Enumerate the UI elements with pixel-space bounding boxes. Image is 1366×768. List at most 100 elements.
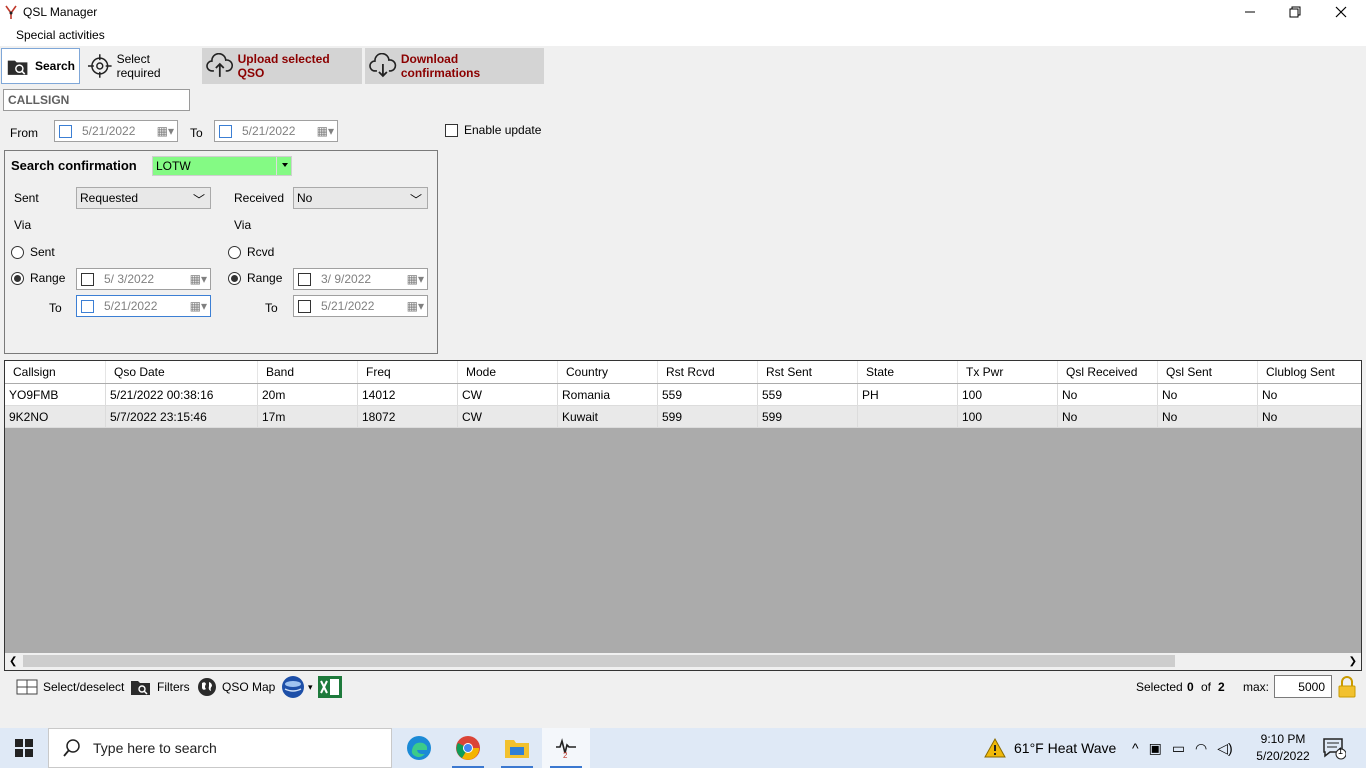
scroll-right-icon[interactable]: ❯ xyxy=(1349,656,1357,667)
status-bar: Select/deselect Filters QSO Map ▾ Select… xyxy=(0,672,1366,702)
rcvd-range-to-value: 5/21/2022 xyxy=(321,299,375,313)
column-header[interactable]: Qsl Sent xyxy=(1158,361,1258,383)
sent-range-to-checkbox[interactable] xyxy=(81,299,94,313)
search-button[interactable]: Search xyxy=(1,48,80,84)
filters-label: Filters xyxy=(157,680,190,694)
to-date-value: 5/21/2022 xyxy=(242,124,296,138)
calendar-dropdown-icon[interactable]: ▦▾ xyxy=(190,299,207,313)
taskbar-file-explorer[interactable] xyxy=(493,728,541,768)
table-cell: 599 xyxy=(658,406,758,428)
close-button[interactable] xyxy=(1318,0,1364,24)
column-header[interactable]: Country xyxy=(558,361,658,383)
restore-button[interactable] xyxy=(1272,0,1318,24)
to-date-checkbox[interactable] xyxy=(219,124,232,138)
select-deselect-button[interactable]: Select/deselect xyxy=(16,676,124,698)
table-row[interactable]: YO9FMB 5/21/2022 00:38:16 20m 14012 CW R… xyxy=(5,384,1361,406)
service-value: LOTW xyxy=(156,159,191,173)
export-excel-button[interactable] xyxy=(318,676,342,698)
calendar-dropdown-icon[interactable]: ▦▾ xyxy=(407,272,424,286)
notifications-button[interactable]: 1 xyxy=(1322,728,1346,768)
minimize-button[interactable] xyxy=(1227,0,1273,24)
lock-button[interactable] xyxy=(1338,676,1356,698)
calendar-dropdown-icon[interactable]: ▦▾ xyxy=(157,124,174,138)
enable-update-box[interactable] xyxy=(445,123,458,137)
start-button[interactable] xyxy=(0,728,48,768)
rcvd-range-from-checkbox[interactable] xyxy=(298,272,311,286)
table-cell: 17m xyxy=(258,406,358,428)
upload-selected-qso-button[interactable]: Upload selected QSO xyxy=(202,48,362,84)
chevron-down-icon: ﹀ xyxy=(409,193,422,207)
sent-date-radio[interactable]: Sent xyxy=(11,245,55,259)
sent-range-from-checkbox[interactable] xyxy=(81,272,94,286)
calendar-dropdown-icon[interactable]: ▦▾ xyxy=(407,299,424,313)
table-cell xyxy=(858,406,958,428)
rcvd-range-to-checkbox[interactable] xyxy=(298,299,311,313)
rcvd-range-from-picker[interactable]: 3/ 9/2022 ▦▾ xyxy=(293,268,428,290)
column-header[interactable]: Rst Rcvd xyxy=(658,361,758,383)
column-header[interactable]: State xyxy=(858,361,958,383)
column-header[interactable]: Freq xyxy=(358,361,458,383)
table-cell: No xyxy=(1158,384,1258,406)
callsign-input[interactable]: CALLSIGN xyxy=(3,89,190,111)
google-earth-dropdown[interactable]: ▾ xyxy=(281,676,313,698)
horizontal-scrollbar[interactable]: ❮ ❯ xyxy=(5,653,1361,670)
column-header[interactable]: Qso Date xyxy=(106,361,258,383)
minimize-icon xyxy=(1245,11,1255,13)
lock-icon xyxy=(1338,676,1356,698)
enable-update-checkbox[interactable]: Enable update xyxy=(445,123,541,137)
taskbar: Type here to search 2 61°F Heat Wave ^ ▣… xyxy=(0,728,1366,768)
column-header[interactable]: Qsl Received xyxy=(1058,361,1158,383)
taskbar-search-placeholder: Type here to search xyxy=(93,740,217,756)
battery-icon[interactable]: ▭ xyxy=(1172,740,1185,757)
rcvd-range-to-picker[interactable]: 5/21/2022 ▦▾ xyxy=(293,295,428,317)
received-status-select[interactable]: No ﹀ xyxy=(293,187,428,209)
taskbar-search-box[interactable]: Type here to search xyxy=(48,728,392,768)
rcvd-date-radio[interactable]: Rcvd xyxy=(228,245,274,259)
warning-icon xyxy=(984,737,1006,758)
column-header[interactable]: Tx Pwr xyxy=(958,361,1058,383)
qso-grid[interactable]: Callsign Qso Date Band Freq Mode Country… xyxy=(4,360,1362,671)
download-confirmations-button[interactable]: Download confirmations xyxy=(365,48,544,84)
taskbar-chrome[interactable] xyxy=(444,728,492,768)
table-cell: 599 xyxy=(758,406,858,428)
max-label: max: xyxy=(1243,680,1270,694)
to-date-picker[interactable]: 5/21/2022 ▦▾ xyxy=(214,120,338,142)
upload-label: Upload selected QSO xyxy=(237,52,330,80)
taskbar-qsl-app[interactable]: 2 xyxy=(542,728,590,768)
clock[interactable]: 9:10 PM 5/20/2022 xyxy=(1250,731,1316,765)
filters-button[interactable]: Filters xyxy=(130,676,190,698)
volume-icon[interactable]: ◁) xyxy=(1217,740,1232,757)
select-required-button[interactable]: Select required xyxy=(83,48,200,84)
sent-range-to-picker[interactable]: 5/21/2022 ▦▾ xyxy=(76,295,211,317)
from-date-checkbox[interactable] xyxy=(59,124,72,138)
sent-label: Sent xyxy=(14,191,39,205)
taskbar-edge[interactable] xyxy=(395,728,443,768)
rcvd-range-radio[interactable]: Range xyxy=(228,271,282,285)
meet-now-icon[interactable]: ▣ xyxy=(1149,740,1162,757)
column-header[interactable]: Callsign xyxy=(5,361,106,383)
menu-special-activities[interactable]: Special activities xyxy=(16,28,105,42)
column-header[interactable]: Rst Sent xyxy=(758,361,858,383)
sent-status-select[interactable]: Requested ﹀ xyxy=(76,187,211,209)
table-cell: YO9FMB xyxy=(5,384,106,406)
scrollbar-thumb[interactable] xyxy=(23,655,1175,667)
table-row[interactable]: 9K2NO 5/7/2022 23:15:46 17m 18072 CW Kuw… xyxy=(5,406,1361,428)
weather-widget[interactable]: 61°F Heat Wave xyxy=(984,728,1116,768)
table-cell: 18072 xyxy=(358,406,458,428)
calendar-dropdown-icon[interactable]: ▦▾ xyxy=(190,272,207,286)
max-records-input[interactable]: 5000 xyxy=(1274,675,1332,698)
calendar-dropdown-icon[interactable]: ▦▾ xyxy=(317,124,334,138)
column-header[interactable]: Mode xyxy=(458,361,558,383)
confirmation-service-select[interactable]: LOTW xyxy=(152,156,292,176)
crosshair-icon xyxy=(87,54,112,78)
table-cell: No xyxy=(1058,406,1158,428)
sent-range-from-picker[interactable]: 5/ 3/2022 ▦▾ xyxy=(76,268,211,290)
from-date-picker[interactable]: 5/21/2022 ▦▾ xyxy=(54,120,178,142)
column-header[interactable]: Clublog Sent xyxy=(1258,361,1361,383)
wifi-icon[interactable]: ◠ xyxy=(1195,740,1207,757)
scroll-left-icon[interactable]: ❮ xyxy=(9,656,17,667)
sent-range-radio[interactable]: Range xyxy=(11,271,65,285)
chevron-up-icon[interactable]: ^ xyxy=(1132,740,1139,756)
column-header[interactable]: Band xyxy=(258,361,358,383)
qso-map-button[interactable]: QSO Map xyxy=(197,676,275,698)
